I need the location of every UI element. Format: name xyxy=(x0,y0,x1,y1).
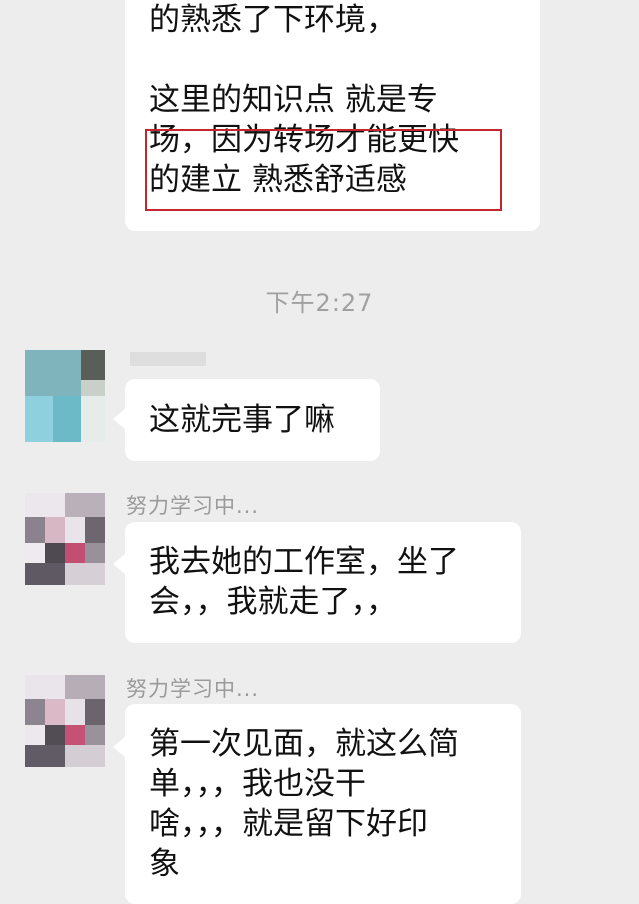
message-text: 的熟悉了下环境， xyxy=(149,2,397,38)
message-text: 我去她的工作室，坐了 xyxy=(149,544,459,580)
sender-name-blurred xyxy=(130,352,206,366)
message-text: 啥，，，就是留下好印 xyxy=(149,806,428,842)
message-text: 这就完事了嘛 xyxy=(149,402,335,438)
sender-name: 努力学习中... xyxy=(126,677,260,701)
message-bubble: 这就完事了嘛 xyxy=(125,379,380,461)
avatar[interactable] xyxy=(25,350,105,442)
sender-name: 努力学习中... xyxy=(126,494,260,518)
avatar[interactable] xyxy=(25,493,105,585)
highlight-box xyxy=(145,129,502,211)
message-text: 象 xyxy=(149,846,180,882)
message-bubble: 第一次见面，就这么简 单，，，我也没干 啥，，，就是留下好印 象 xyxy=(125,704,521,904)
timestamp: 下午2:27 xyxy=(265,289,374,317)
message-text: 第一次见面，就这么简 xyxy=(149,726,459,762)
message-text: 单，，，我也没干 xyxy=(149,766,366,802)
message-text: 这里的知识点 就是专 xyxy=(149,82,438,118)
message-text: 会，，我就走了，， xyxy=(149,584,397,620)
message-bubble: 我去她的工作室，坐了 会，，我就走了，， xyxy=(125,522,521,643)
avatar[interactable] xyxy=(25,675,105,767)
